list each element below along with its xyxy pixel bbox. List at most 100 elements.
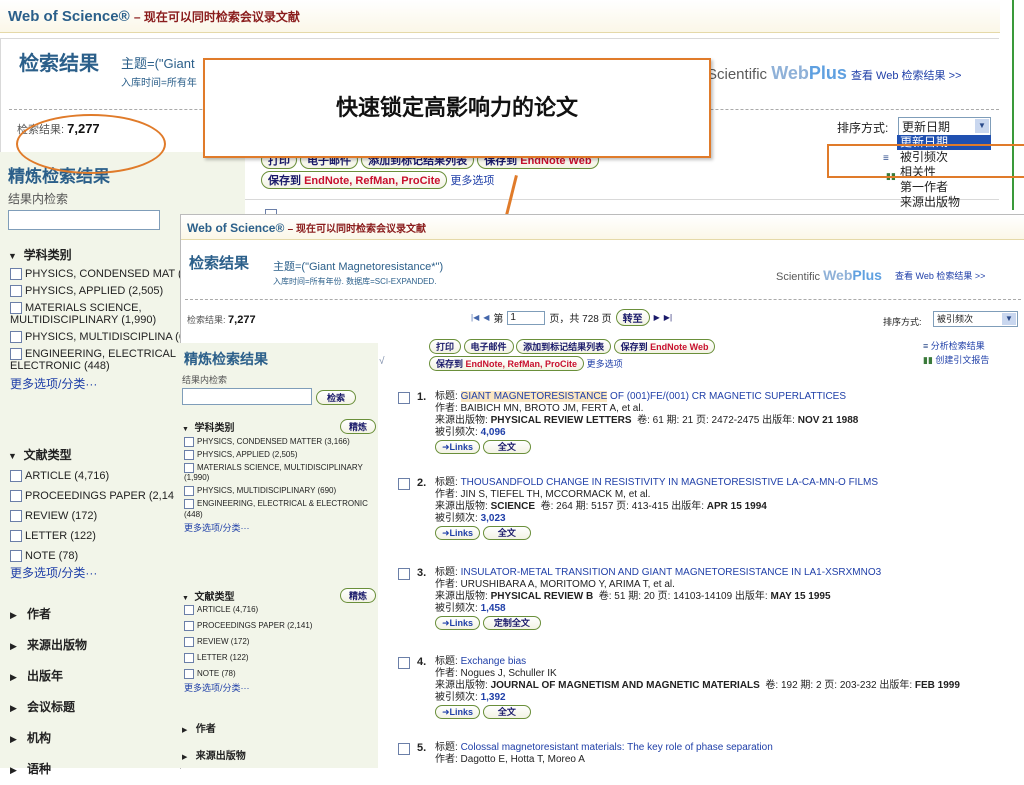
list-item[interactable]: PHYSICS, CONDENSED MATTER (3,166) <box>184 437 374 447</box>
fg-divider <box>185 299 1021 300</box>
callout-text: 快速锁定高影响力的论文 <box>335 95 578 120</box>
citation-report-link[interactable]: ▮▮ 创建引文报告 <box>923 353 989 367</box>
result-checkbox[interactable] <box>398 743 410 755</box>
callout-box: 快速锁定高影响力的论文 <box>203 58 711 158</box>
first-page-icon[interactable]: |◀ <box>471 313 479 322</box>
result-authors: 作者: BAIBICH MN, BROTO JM, FERT A, et al. <box>435 403 644 414</box>
custom-full-text-button[interactable]: 定制全文 <box>482 616 541 630</box>
links-button[interactable]: ➜Links <box>435 440 481 454</box>
bg-sort-select[interactable]: 更新日期 ▼ <box>898 117 991 137</box>
result-authors: 作者: Nogues J, Schuller IK <box>435 668 557 679</box>
fg-toolbar-row1: 打印 电子邮件 添加到标记结果列表 保存到 EndNote Web <box>429 339 716 354</box>
print-button[interactable]: 打印 <box>429 339 462 354</box>
bg-save-local-button[interactable]: 保存到 EndNote, RefMan, ProCite <box>261 171 448 189</box>
result-checkbox[interactable] <box>398 392 410 404</box>
save-local-button[interactable]: 保存到 EndNote, RefMan, ProCite <box>429 356 585 371</box>
result-number: 5. <box>417 742 427 754</box>
list-item[interactable]: MATERIALS SCIENCE, MULTIDISCIPLINARY (1,… <box>184 463 374 483</box>
full-text-button[interactable]: 全文 <box>482 705 531 719</box>
go-to-page-button[interactable]: 转至 <box>615 309 650 326</box>
links-button[interactable]: ➜Links <box>435 616 481 630</box>
result-cited: 被引频次: 4,096 <box>435 427 506 438</box>
fg-doctype-more-link[interactable]: 更多选项/分类··· <box>184 681 374 694</box>
bg-results-heading: 检索结果 <box>19 53 99 75</box>
fg-subject-more-link[interactable]: 更多选项/分类··· <box>184 521 374 534</box>
fg-topic: 主题=("Giant Magnetoresistance*") <box>273 261 444 273</box>
bg-view-web-results-link[interactable]: 查看 Web 检索结果 >> <box>851 67 961 83</box>
result-checkbox[interactable] <box>398 478 410 490</box>
fg-sort-select[interactable]: 被引频次 ▼ <box>933 311 1018 327</box>
fg-refine-input[interactable] <box>182 388 312 405</box>
save-endnote-web-button[interactable]: 保存到 EndNote Web <box>613 339 716 354</box>
bg-refine-input[interactable] <box>8 210 160 230</box>
triangle-right-icon: ▶ <box>10 734 17 744</box>
fg-top-bar: Web of Science® – 现在可以同时检索会议录文献 <box>181 215 1024 240</box>
chevron-down-icon: ▼ <box>975 119 989 133</box>
page-number-input[interactable]: 1 <box>507 310 546 325</box>
fg-refine-search-button[interactable]: 检索 <box>316 390 357 405</box>
prev-page-icon[interactable]: ◀ <box>483 313 489 322</box>
triangle-down-icon: ▼ <box>8 451 17 461</box>
result-title-link[interactable]: Colossal magnetoresistant materials: The… <box>461 742 773 753</box>
list-icon: ≡ <box>923 341 929 351</box>
fg-view-web-results-link[interactable]: 查看 Web 检索结果 >> <box>895 269 985 282</box>
more-options-link[interactable]: 更多选项 <box>587 359 623 369</box>
analyze-results-link[interactable]: ≡ 分析检索结果 <box>923 339 989 353</box>
fg-analysis-links: ≡ 分析检索结果 ▮▮ 创建引文报告 <box>923 339 989 367</box>
pager-page-label: 第 <box>493 314 504 325</box>
list-item[interactable]: ENGINEERING, ELECTRICAL & ELECTRONIC (44… <box>184 499 374 519</box>
result-title-link[interactable]: INSULATOR-METAL TRANSITION AND GIANT MAG… <box>461 567 882 578</box>
result-authors: 作者: JIN S, TIEFEL TH, MCCORMACK M, et al… <box>435 489 651 500</box>
fg-pager: |◀ ◀ 第 1 页，共 728 页 转至 ▶ ▶| <box>471 309 672 326</box>
pager-total: 页，共 728 页 <box>549 314 612 325</box>
triangle-right-icon: ▶ <box>10 765 17 775</box>
bg-topic: 主题=("Giant <box>121 56 195 71</box>
bg-right-border <box>1012 0 1014 210</box>
list-item[interactable]: LETTER (122) <box>184 653 374 664</box>
email-button[interactable]: 电子邮件 <box>463 339 514 354</box>
triangle-right-icon: ▶ <box>182 754 188 761</box>
list-item[interactable]: ARTICLE (4,716) <box>184 605 374 615</box>
fg-subject-list: PHYSICS, CONDENSED MATTER (3,166) PHYSIC… <box>184 437 374 534</box>
next-page-icon[interactable]: ▶ <box>654 313 660 322</box>
bg-more-options-link[interactable]: 更多选项 <box>450 175 494 187</box>
full-text-button[interactable]: 全文 <box>482 440 531 454</box>
list-item[interactable]: PHYSICS, MULTIDISCIPLINARY (690) <box>184 486 374 497</box>
result-title-link[interactable]: Exchange bias <box>461 656 527 667</box>
triangle-right-icon: ▶ <box>10 641 17 651</box>
result-checkbox[interactable] <box>398 657 410 669</box>
fg-subject-heading: ▼ 学科类别 精炼 <box>182 419 376 434</box>
result-checkbox[interactable] <box>398 568 410 580</box>
result-source: 来源出版物: SCIENCE 卷: 264 期: 5157 页: 413-415… <box>435 501 767 512</box>
links-button[interactable]: ➜Links <box>435 526 481 540</box>
result-cited: 被引频次: 1,392 <box>435 692 506 703</box>
full-text-button[interactable]: 全文 <box>482 526 531 540</box>
fg-facet-author[interactable]: ▶ 作者 <box>182 717 376 744</box>
result-title-link[interactable]: GIANT MAGNETORESISTANCE OF (001)FE/(001)… <box>460 391 846 402</box>
bg-toolbar-row2: 保存到 EndNote, RefMan, ProCite 更多选项 <box>261 171 494 189</box>
triangle-right-icon: ▶ <box>10 610 17 620</box>
result-source: 来源出版物: PHYSICAL REVIEW B 卷: 51 期: 20 页: … <box>435 591 831 602</box>
select-all-icon[interactable]: √ <box>379 356 385 367</box>
fg-brand: Web of Science® – 现在可以同时检索会议录文献 <box>187 221 426 235</box>
bg-top-bar: Web of Science® – 现在可以同时检索会议录文献 <box>0 0 1000 33</box>
last-page-icon[interactable]: ▶| <box>664 313 672 322</box>
bg-refine-within-label: 结果内检索 <box>8 192 69 206</box>
sort-option-source[interactable]: 来源出版物 <box>897 195 991 210</box>
fg-refine-subject-button[interactable]: 精炼 <box>339 419 376 434</box>
fg-results-heading: 检索结果 <box>189 255 250 272</box>
list-item[interactable]: PROCEEDINGS PAPER (2,141) <box>184 621 374 632</box>
triangle-down-icon: ▼ <box>182 595 189 602</box>
fg-refine-doctype-button[interactable]: 精炼 <box>339 588 376 603</box>
list-item[interactable]: NOTE (78) <box>184 669 374 680</box>
result-title-link[interactable]: THOUSANDFOLD CHANGE IN RESISTIVITY IN MA… <box>461 477 878 488</box>
list-item[interactable]: PHYSICS, APPLIED (2,505) <box>184 450 374 461</box>
fg-toolbar-row2: 保存到 EndNote, RefMan, ProCite 更多选项 <box>429 356 623 371</box>
result-authors: 作者: URUSHIBARA A, MORITOMO Y, ARIMA T, e… <box>435 579 675 590</box>
add-marked-button[interactable]: 添加到标记结果列表 <box>516 339 612 354</box>
links-button[interactable]: ➜Links <box>435 705 481 719</box>
bg-webplus-logo: Scientific WebPlus <box>707 63 847 83</box>
fg-facet-source[interactable]: ▶ 来源出版物 <box>182 744 376 771</box>
list-item[interactable]: REVIEW (172) <box>184 637 374 648</box>
sort-option-first-author[interactable]: 第一作者 <box>897 180 991 195</box>
